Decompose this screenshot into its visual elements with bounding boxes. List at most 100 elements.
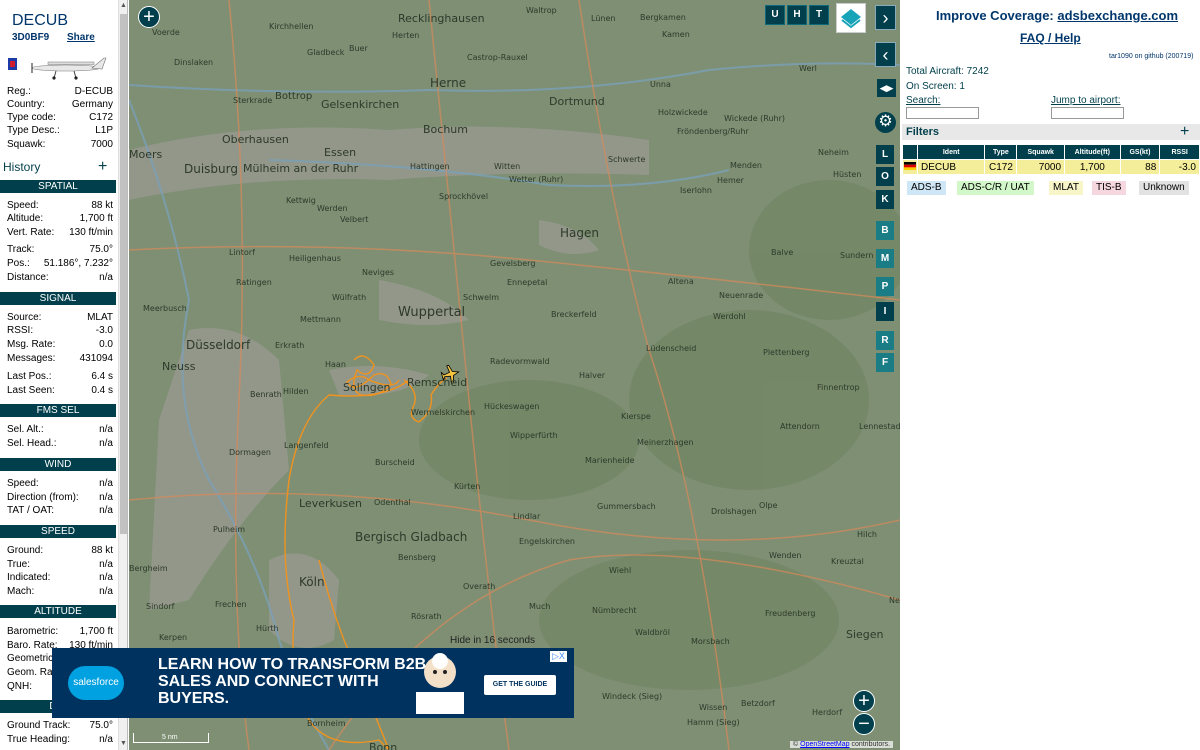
map-letter-i-button[interactable]: I bbox=[876, 302, 894, 321]
signal-value: 6.4 s bbox=[91, 371, 113, 382]
col-altitude[interactable]: Altitude(ft) bbox=[1064, 144, 1121, 160]
aircraft-table: Ident Type Squawk Altitude(ft) GS(kt) RS… bbox=[902, 144, 1200, 175]
col-rssi[interactable]: RSSI bbox=[1159, 144, 1200, 160]
aircraft-header: DECUB 3D0BF9 Share bbox=[0, 0, 118, 58]
share-link[interactable]: Share bbox=[67, 32, 95, 43]
settings-gear-icon[interactable]: ⚙ bbox=[875, 112, 896, 133]
altitude-label: QNH: bbox=[7, 681, 32, 692]
section-altitude[interactable]: ALTITUDE bbox=[0, 605, 116, 618]
map-letter-b-button[interactable]: B bbox=[876, 221, 894, 240]
map-letter-p-button[interactable]: P bbox=[876, 277, 894, 296]
faq-link[interactable]: FAQ / Help bbox=[1020, 31, 1081, 45]
map-letter-r-button[interactable]: R bbox=[876, 331, 894, 350]
city-label: Wickede (Ruhr) bbox=[724, 114, 786, 123]
filters-label: Filters bbox=[906, 126, 940, 138]
aircraft-info-sidebar: DECUB 3D0BF9 Share Reg.: D-ECUB Country: G… bbox=[0, 0, 128, 750]
map-letter-l-button[interactable]: L bbox=[876, 145, 894, 164]
city-label: Remscheid bbox=[407, 376, 468, 389]
type-code-row: Type code: C172 bbox=[7, 112, 113, 125]
zoom-in-button[interactable]: + bbox=[853, 690, 875, 712]
map-letter-f-button[interactable]: F bbox=[876, 353, 894, 372]
sidebar-scrollbar[interactable]: ▲ ▼ bbox=[118, 0, 127, 750]
section-speed[interactable]: SPEED bbox=[0, 525, 116, 538]
improve-link[interactable]: adsbexchange.com bbox=[1057, 8, 1178, 23]
city-label: Werden bbox=[317, 204, 348, 213]
history-plus-icon[interactable]: + bbox=[98, 159, 107, 175]
layers-button[interactable] bbox=[836, 3, 866, 33]
col-type[interactable]: Type bbox=[984, 144, 1018, 160]
version-link[interactable]: tar1090 on github (200719) bbox=[1109, 53, 1193, 60]
col-ident[interactable]: Ident bbox=[916, 144, 986, 160]
spatial-label: Altitude: bbox=[7, 213, 44, 224]
section-spatial[interactable]: SPATIAL bbox=[0, 180, 116, 193]
legend-unknown[interactable]: Unknown bbox=[1139, 181, 1189, 195]
map-letter-m-button[interactable]: M bbox=[876, 249, 894, 268]
city-label: Unna bbox=[650, 80, 671, 89]
city-label: Benrath bbox=[250, 390, 282, 399]
ad-choices-icon[interactable]: ▷X bbox=[550, 651, 567, 662]
spatial-value: 88 kt bbox=[91, 200, 113, 211]
expand-right-icon[interactable]: › bbox=[875, 5, 896, 30]
city-label: Sindorf bbox=[146, 602, 175, 611]
city-label: Langenfeld bbox=[284, 441, 329, 450]
city-label: Voerde bbox=[152, 28, 180, 37]
city-label: Moers bbox=[129, 148, 163, 161]
wind-row: TAT / OAT: n/a bbox=[7, 505, 113, 518]
city-label: Essen bbox=[324, 146, 357, 159]
city-label: Engelskirchen bbox=[519, 537, 575, 546]
map-btn-h[interactable]: H bbox=[787, 5, 807, 25]
zoom-in-top-button[interactable]: + bbox=[138, 6, 160, 28]
section-fms-sel[interactable]: FMS SEL bbox=[0, 404, 116, 417]
speed-label: Mach: bbox=[7, 586, 35, 597]
filters-plus-icon[interactable]: + bbox=[1180, 123, 1189, 141]
city-label: Leverkusen bbox=[299, 497, 362, 510]
ad-banner[interactable]: salesforce LEARN HOW TO TRANSFORM B2B SA… bbox=[52, 648, 574, 718]
city-label: Neviges bbox=[362, 268, 395, 277]
scroll-up-icon[interactable]: ▲ bbox=[119, 0, 127, 12]
jump-to-airport-input[interactable] bbox=[1051, 107, 1124, 119]
scroll-thumb[interactable] bbox=[120, 14, 127, 534]
wind-value: n/a bbox=[99, 505, 113, 516]
legend-ads-b[interactable]: ADS-B bbox=[907, 181, 946, 195]
legend-mlat[interactable]: MLAT bbox=[1049, 181, 1083, 195]
city-label: Hattingen bbox=[410, 162, 450, 171]
city-label: Plettenberg bbox=[763, 348, 810, 357]
col-gs[interactable]: GS(kt) bbox=[1119, 144, 1161, 160]
city-label: Wuppertal bbox=[398, 305, 466, 320]
zoom-out-button[interactable]: − bbox=[853, 713, 875, 735]
fms-label: Sel. Head.: bbox=[7, 438, 57, 449]
section-signal[interactable]: SIGNAL bbox=[0, 292, 116, 305]
reg-label: Reg.: bbox=[7, 86, 31, 97]
city-label: Halver bbox=[579, 371, 606, 380]
signal-label: RSSI: bbox=[7, 325, 34, 336]
city-label: Windeck (Sieg) bbox=[602, 692, 663, 701]
signal-value: 431094 bbox=[79, 353, 113, 364]
city-label: Kerpen bbox=[159, 633, 188, 642]
map-btn-u[interactable]: U bbox=[765, 5, 785, 25]
city-label: Mülheim an der Ruhr bbox=[243, 162, 359, 175]
map-letter-o-button[interactable]: O bbox=[876, 167, 894, 186]
city-label: Heiligenhaus bbox=[289, 254, 341, 263]
map-letter-k-button[interactable]: K bbox=[876, 190, 894, 209]
map-btn-t[interactable]: T bbox=[809, 5, 829, 25]
city-label: Hückeswagen bbox=[484, 402, 540, 411]
collapse-left-icon[interactable]: ‹ bbox=[875, 42, 896, 67]
legend-tis-b[interactable]: TIS-B bbox=[1092, 181, 1126, 195]
swap-arrows-icon[interactable]: ◀▶ bbox=[877, 79, 896, 97]
spatial-value: 1,700 ft bbox=[79, 213, 113, 224]
legend-ads-c-r-uat[interactable]: ADS-C/R / UAT bbox=[957, 181, 1034, 195]
city-label: Lindlar bbox=[513, 512, 541, 521]
ad-cta-button[interactable]: GET THE GUIDE bbox=[484, 675, 556, 695]
ad-headline: LEARN HOW TO TRANSFORM B2B SALES AND CON… bbox=[158, 656, 427, 707]
filters-bar[interactable]: Filters + bbox=[902, 123, 1200, 141]
search-input[interactable] bbox=[906, 107, 979, 119]
city-label: Bonn bbox=[369, 741, 398, 750]
osm-link[interactable]: OpenStreetMap bbox=[800, 741, 849, 748]
col-squawk[interactable]: Squawk bbox=[1016, 144, 1066, 160]
city-label: Dortmund bbox=[549, 95, 605, 108]
section-wind[interactable]: WIND bbox=[0, 458, 116, 471]
spatial-value: n/a bbox=[99, 272, 113, 283]
scroll-down-icon[interactable]: ▼ bbox=[119, 738, 127, 750]
history-toggle[interactable]: History bbox=[3, 160, 40, 174]
table-row[interactable]: DECUB C172 7000 1,700 88 -3.0 bbox=[902, 159, 1200, 175]
